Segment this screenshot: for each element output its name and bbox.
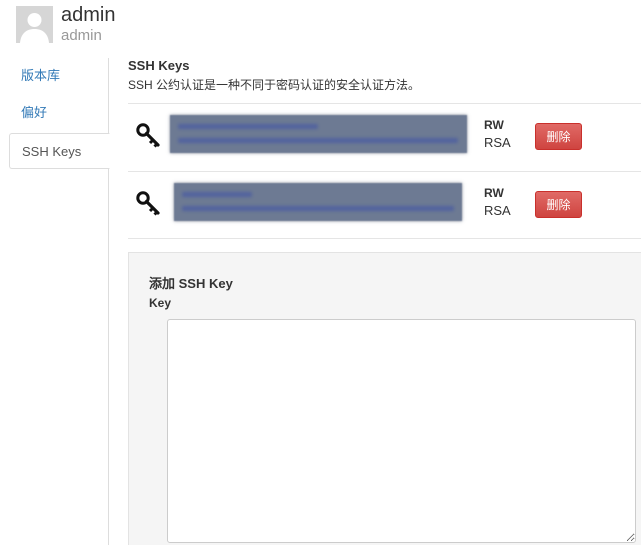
user-login: admin <box>61 27 102 44</box>
key-permission: RW <box>484 118 504 132</box>
key-textarea[interactable] <box>167 319 636 543</box>
sidebar-divider <box>108 58 109 545</box>
ssh-key-row: RW RSA 删除 <box>128 171 641 240</box>
user-silhouette-icon <box>16 6 53 43</box>
delete-key-button[interactable]: 删除 <box>535 191 582 218</box>
avatar[interactable] <box>16 6 53 43</box>
sidebar-item-ssh-keys[interactable]: SSH Keys <box>9 133 110 169</box>
user-display-name: admin <box>61 4 116 26</box>
key-permission: RW <box>484 186 504 200</box>
sidebar-item-label: 偏好 <box>21 105 48 120</box>
page-description: SSH 公约认证是一种不同于密码认证的安全认证方法。 <box>128 78 421 92</box>
redacted-key-fingerprint <box>174 183 462 221</box>
sidebar-item-label: SSH Keys <box>22 144 82 159</box>
key-field-label: Key <box>149 296 172 310</box>
sidebar-item-label: 版本库 <box>21 68 61 83</box>
key-type: RSA <box>484 135 511 150</box>
add-ssh-key-panel: 添加 SSH Key Key <box>128 252 641 545</box>
key-icon <box>136 123 160 148</box>
redacted-key-fingerprint <box>170 115 467 153</box>
delete-key-button[interactable]: 删除 <box>535 123 582 150</box>
key-list-divider <box>128 238 641 239</box>
key-icon <box>136 191 160 216</box>
key-type: RSA <box>484 203 511 218</box>
ssh-key-row: RW RSA 删除 <box>128 103 641 172</box>
add-key-title: 添加 SSH Key <box>149 276 233 291</box>
page-title: SSH Keys <box>128 58 190 73</box>
sidebar-item-repositories[interactable]: 版本库 <box>9 58 109 94</box>
sidebar-item-preferences[interactable]: 偏好 <box>9 95 109 131</box>
